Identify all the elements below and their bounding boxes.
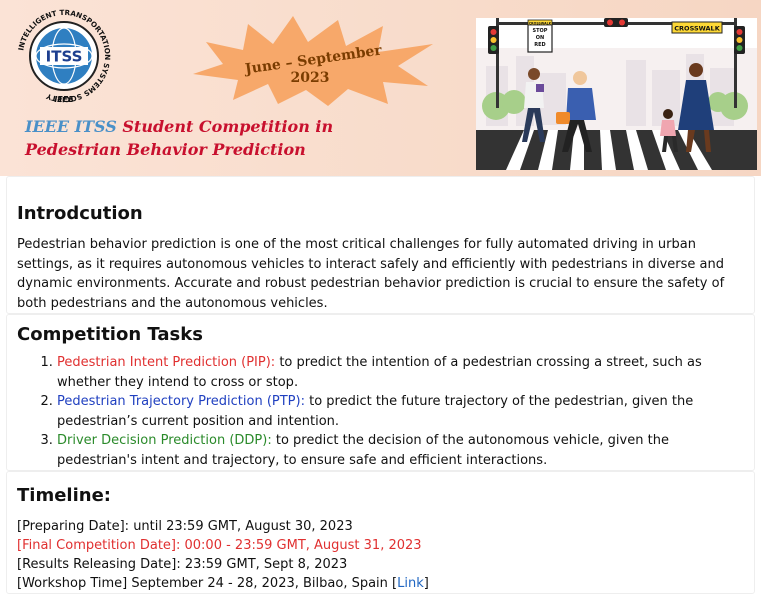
workshop-link[interactable]: Link: [397, 576, 424, 591]
task-item-pip: Pedestrian Intent Prediction (PIP): to p…: [57, 353, 744, 392]
workshop-text: [Workshop Time] September 24 - 28, 2023,…: [17, 576, 398, 591]
sign-crosswalk-big: CROSSWALK: [674, 25, 720, 33]
main-content: Introdcution Pedestrian behavior predict…: [0, 176, 761, 614]
timeline-preparing-date: [Preparing Date]: until 23:59 GMT, Augus…: [17, 519, 353, 534]
task-name-pip: Pedestrian Intent Prediction (PIP):: [57, 355, 276, 370]
sign-stop-3: RED: [534, 42, 545, 48]
tasks-list: Pedestrian Intent Prediction (PIP): to p…: [17, 353, 744, 470]
logo-ieee-text: IEEE: [54, 95, 74, 104]
introduction-heading: Introdcution: [17, 203, 143, 224]
sign-crosswalk-small: CROSSWALK: [529, 21, 552, 25]
sign-stop-2: ON: [536, 35, 544, 41]
task-name-ptp: Pedestrian Trajectory Prediction (PTP):: [57, 394, 305, 409]
timeline-workshop: [Workshop Time] September 24 - 28, 2023,…: [17, 574, 744, 593]
competition-title: IEEE ITSS Student Competition in Pedestr…: [25, 117, 333, 159]
task-name-ddp: Driver Decision Prediction (DDP):: [57, 433, 272, 448]
competition-tasks-section: Competition Tasks Pedestrian Intent Pred…: [6, 314, 755, 471]
header-banner: ITSS INTELLIGENT TRANSPORTATION SYSTEMS …: [0, 0, 761, 176]
sign-stop-1: STOP: [533, 28, 548, 34]
timeline-heading: Timeline:: [17, 485, 111, 506]
timeline-results-date: [Results Releasing Date]: 23:59 GMT, Sep…: [17, 557, 348, 572]
logo-itss-text: ITSS: [46, 48, 83, 66]
crosswalk-illustration: CROSSWALK STOP ON RED CROSSWALK: [476, 18, 757, 170]
task-item-ddp: Driver Decision Prediction (DDP): to pre…: [57, 431, 744, 470]
introduction-section: Introdcution Pedestrian behavior predict…: [6, 176, 755, 314]
task-item-ptp: Pedestrian Trajectory Prediction (PTP): …: [57, 392, 744, 431]
date-year-text: 2023: [291, 70, 330, 86]
date-starburst: June – September 2023: [193, 16, 433, 106]
competition-tasks-heading: Competition Tasks: [17, 324, 203, 345]
introduction-paragraph: Pedestrian behavior prediction is one of…: [17, 237, 725, 311]
title-rest: Student Competition in: [116, 117, 334, 136]
timeline-final-date: [Final Competition Date]: 00:00 - 23:59 …: [17, 538, 422, 553]
itss-logo: ITSS INTELLIGENT TRANSPORTATION SYSTEMS …: [16, 8, 112, 104]
title-prefix: IEEE ITSS: [25, 117, 117, 136]
timeline-section: Timeline: [Preparing Date]: until 23:59 …: [6, 471, 755, 594]
workshop-suffix: ]: [423, 576, 429, 591]
title-line2: Pedestrian Behavior Prediction: [25, 140, 306, 159]
